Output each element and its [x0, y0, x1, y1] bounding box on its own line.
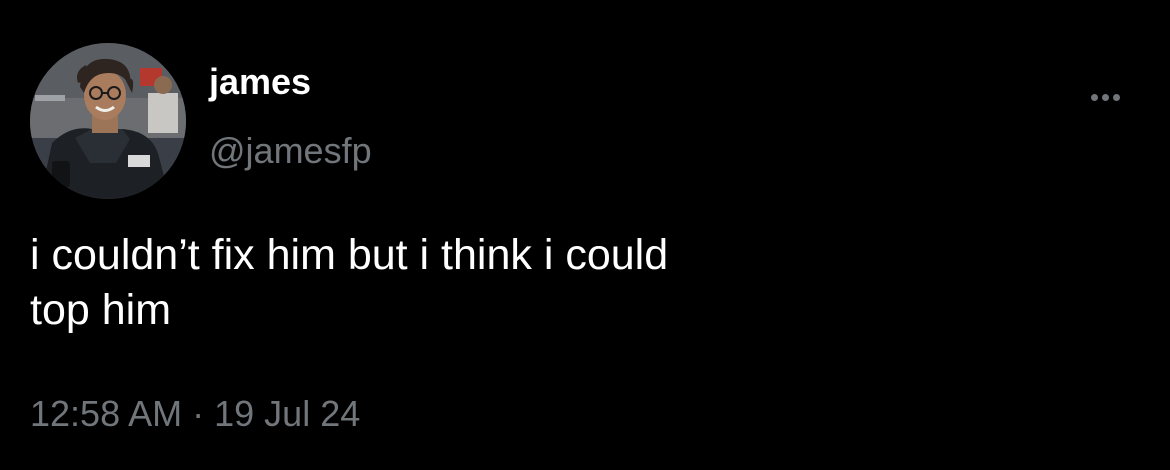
timestamp-separator: · — [192, 393, 205, 434]
more-dot — [1101, 93, 1109, 101]
more-dot — [1090, 93, 1098, 101]
author-display-name[interactable]: james — [209, 62, 311, 102]
tweet-time: 12:58 AM — [30, 393, 183, 434]
tweet-card: james @jamesfp i couldn’t fix him but i … — [0, 0, 1170, 470]
more-dot — [1112, 93, 1120, 101]
tweet-text: i couldn’t fix him but i think i could t… — [30, 231, 669, 334]
more-horizontal-icon — [1090, 93, 1120, 101]
more-options-button[interactable] — [1080, 82, 1130, 112]
tweet-timestamp[interactable]: 12:58 AM · 19 Jul 24 — [30, 393, 360, 435]
avatar-photo — [30, 43, 186, 199]
author-handle[interactable]: @jamesfp — [209, 131, 372, 171]
tweet-date: 19 Jul 24 — [214, 393, 361, 434]
avatar[interactable] — [30, 43, 186, 199]
